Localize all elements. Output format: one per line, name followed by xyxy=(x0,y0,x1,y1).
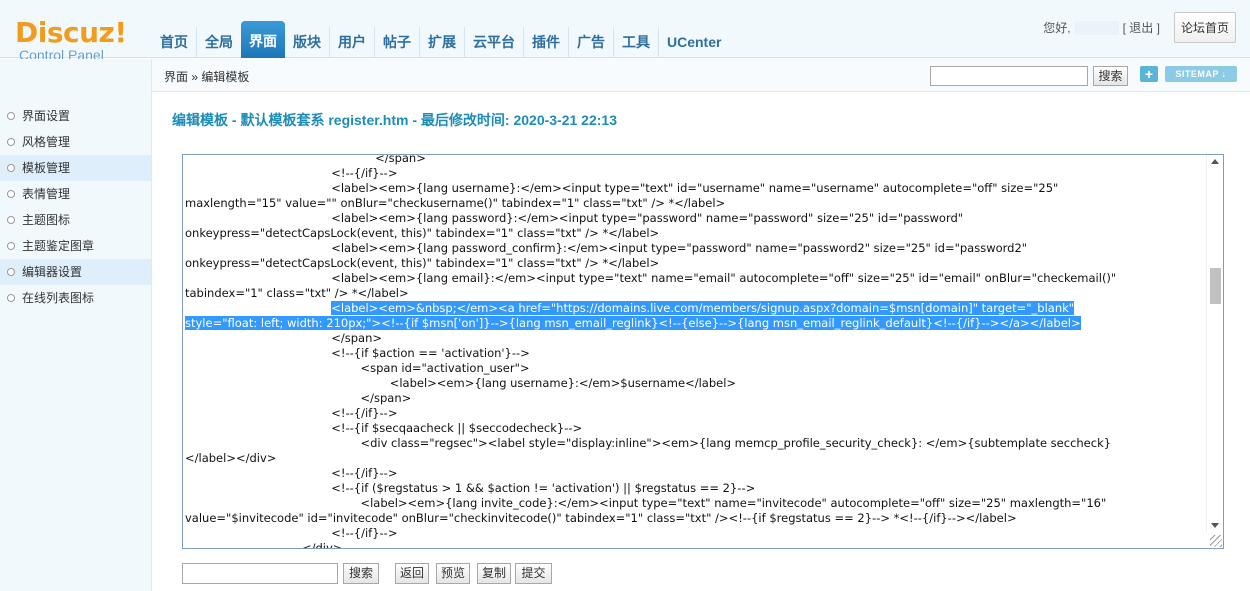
nav-item-10[interactable]: 工具 xyxy=(613,27,658,58)
code-line: onkeypress="detectCapsLock(event, this)"… xyxy=(185,256,660,270)
code-line: <!--{if ($regstatus > 1 && $action != 'a… xyxy=(185,481,756,495)
logo[interactable]: Discuz! Control Panel xyxy=(15,16,145,63)
selected-code-text: style="float: left; width: 210px;"><!--{… xyxy=(185,316,1081,330)
top-search-input[interactable] xyxy=(930,66,1088,86)
code-line: </span> xyxy=(185,331,382,345)
greeting: 您好, xyxy=(1043,21,1071,35)
nav-item-6[interactable]: 扩展 xyxy=(419,27,464,58)
page-title: 编辑模板 - 默认模板套系 register.htm - 最后修改时间: 202… xyxy=(172,112,617,128)
code-line: value="$invitecode" id="invitecode" onBl… xyxy=(185,511,1017,525)
logout-link[interactable]: [ 退出 ] xyxy=(1123,19,1160,36)
template-code-text[interactable]: </span> <!--{/if}--> <label><em>{lang us… xyxy=(185,154,1205,549)
code-line: <!--{/if}--> xyxy=(185,526,398,540)
code-line: <!--{/if}--> xyxy=(185,166,398,180)
scroll-up-arrow-icon[interactable] xyxy=(1211,159,1219,164)
code-line: maxlength="15" value="" onBlur="checkuse… xyxy=(185,196,726,210)
code-line: <div class="regsec"><label style="displa… xyxy=(185,436,1112,450)
code-line: </span> xyxy=(185,154,426,165)
nav-item-2[interactable]: 界面 xyxy=(241,21,285,58)
sidebar-item-4[interactable]: 主题图标 xyxy=(0,207,151,233)
top-nav: 首页 全局 界面 版块 用户 帖子 扩展 云平台 插件 广告 工具 UCenter xyxy=(152,21,729,58)
nav-item-3[interactable]: 版块 xyxy=(285,27,329,58)
sitemap-button[interactable]: SITEMAP ↓ xyxy=(1165,66,1237,82)
resize-grip-icon[interactable] xyxy=(1210,535,1222,547)
code-line: <label><em>&nbsp;</em><a href="https://d… xyxy=(185,301,1205,316)
sidebar-item-0[interactable]: 界面设置 xyxy=(0,103,151,129)
username-masked xyxy=(1074,20,1119,35)
code-line: <!--{if $action == 'activation'}--> xyxy=(185,346,530,360)
user-area: 您好, [ 退出 ] 论坛首页 xyxy=(1043,12,1236,43)
code-line: </span> xyxy=(185,391,412,405)
sidebar-item-5[interactable]: 主题鉴定图章 xyxy=(0,233,151,259)
header: Discuz! Control Panel 首页 全局 界面 版块 用户 帖子 扩展 云平台插… xyxy=(0,0,1250,62)
code-line: <!--{/if}--> xyxy=(185,406,398,420)
code-search-button[interactable]: 搜索 xyxy=(343,563,379,584)
code-line: tabindex="1" class="txt" /> *</label> xyxy=(185,286,409,300)
forum-home-button[interactable]: 论坛首页 xyxy=(1173,12,1236,43)
sidebar: 界面设置 风格管理 模板管理 表情管理 主题图标 主题鉴定图章 编辑器设置 在线列表图标 xyxy=(0,59,152,591)
code-line: onkeypress="detectCapsLock(event, this)"… xyxy=(185,226,660,240)
code-line: <label><em>{lang invite_code}:</em><inpu… xyxy=(185,496,1107,510)
code-line: <label><em>{lang username}:</em><input t… xyxy=(185,181,1059,195)
sidebar-item-1[interactable]: 风格管理 xyxy=(0,129,151,155)
nav-item-8[interactable]: 插件 xyxy=(523,27,568,58)
scroll-down-arrow-icon[interactable] xyxy=(1211,523,1219,528)
code-line: <label><em>{lang password_confirm}:</em>… xyxy=(185,241,1028,255)
code-line: </div> xyxy=(185,541,343,549)
nav-item-9[interactable]: 广告 xyxy=(568,27,613,58)
sidebar-item-2[interactable]: 模板管理 xyxy=(0,155,151,181)
code-line: <label><em>{lang password}:</em><input t… xyxy=(185,211,964,225)
add-shortcut-icon[interactable]: + xyxy=(1140,66,1158,82)
top-search-button[interactable]: 搜索 xyxy=(1093,66,1128,86)
code-line: <label><em>{lang username}:</em>$usernam… xyxy=(185,376,737,390)
code-line: </label></div> xyxy=(185,451,277,465)
breadcrumb: 界面 » 编辑模板 xyxy=(164,70,250,84)
sidebar-item-7[interactable]: 在线列表图标 xyxy=(0,285,151,311)
copy-button[interactable]: 复制 xyxy=(477,563,511,584)
sidebar-item-3[interactable]: 表情管理 xyxy=(0,181,151,207)
logo-brand: Discuz! xyxy=(15,16,127,49)
nav-item-5[interactable]: 帖子 xyxy=(374,27,419,58)
code-line: <!--{if $secqaacheck || $seccodecheck}--… xyxy=(185,421,583,435)
nav-item-1[interactable]: 全局 xyxy=(196,27,241,58)
nav-item-7[interactable]: 云平台 xyxy=(464,27,523,58)
sub-header: 界面 » 编辑模板 搜索 + SITEMAP ↓ xyxy=(152,59,1250,92)
scroll-thumb[interactable] xyxy=(1210,268,1221,304)
code-line: <!--{/if}--> xyxy=(185,466,398,480)
submit-button[interactable]: 提交 xyxy=(515,563,552,584)
preview-button[interactable]: 预览 xyxy=(436,563,470,584)
nav-item-4[interactable]: 用户 xyxy=(329,27,374,58)
back-button[interactable]: 返回 xyxy=(395,563,429,584)
code-search-input[interactable] xyxy=(182,563,338,584)
editor-scrollbar[interactable] xyxy=(1206,155,1223,532)
code-line: <label><em>{lang email}:</em><input type… xyxy=(185,271,1117,285)
nav-item-0[interactable]: 首页 xyxy=(152,27,196,58)
template-code-editor[interactable]: </span> <!--{/if}--> <label><em>{lang us… xyxy=(182,154,1224,549)
code-line: <span id="activation_user"> xyxy=(185,361,530,375)
code-line: style="float: left; width: 210px;"><!--{… xyxy=(185,316,1205,331)
selected-code-text: <label><em>&nbsp;</em><a href="https://d… xyxy=(331,301,1075,315)
nav-item-11[interactable]: UCenter xyxy=(658,27,729,58)
sidebar-item-6[interactable]: 编辑器设置 xyxy=(0,259,151,285)
